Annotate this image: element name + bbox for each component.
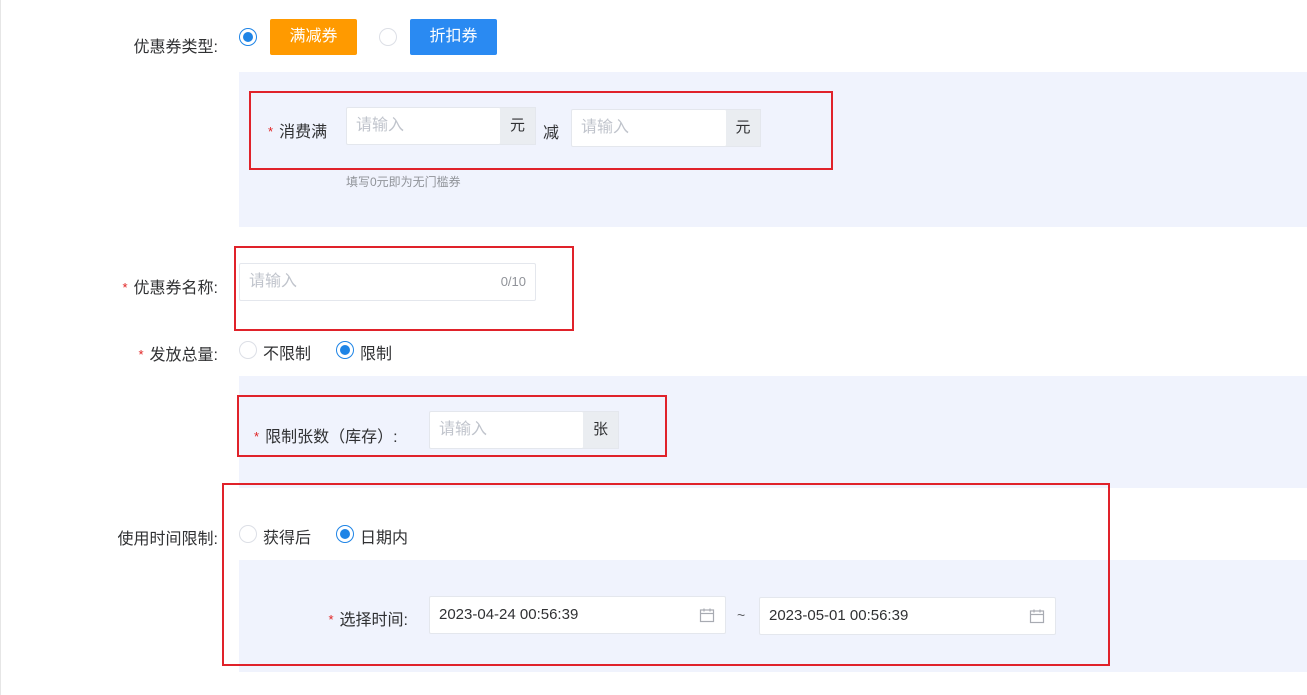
- left-border: [0, 0, 1, 695]
- ticket-edge-decoration: [494, 22, 500, 52]
- highlight-box-limit-count: [237, 395, 667, 457]
- highlight-box-threshold: [249, 91, 833, 170]
- ticket-edge-decoration: [354, 22, 360, 52]
- full-reduction-tag-label: 满减券: [289, 28, 338, 45]
- use-time-label: 使用时间限制:: [117, 531, 218, 548]
- coupon-type-label: 优惠券类型:: [133, 39, 218, 56]
- coupon-name-label: * 优惠券名称:: [100, 274, 218, 298]
- issue-total-label: * 发放总量:: [100, 341, 218, 365]
- discount-tag-label: 折扣券: [429, 28, 478, 45]
- coupon-type-radio-discount[interactable]: [379, 28, 397, 46]
- issue-total-unlimited-label[interactable]: 不限制: [263, 340, 311, 364]
- issue-total-label-text: 发放总量:: [149, 347, 218, 364]
- full-reduction-tag[interactable]: 满减券: [270, 19, 360, 55]
- coupon-type-radio-full-reduction[interactable]: [239, 28, 257, 46]
- highlight-box-coupon-name: [234, 246, 574, 331]
- highlight-box-use-time: [222, 483, 1110, 666]
- threshold-hint: 填写0元即为无门槛券: [346, 175, 461, 189]
- required-mark: *: [122, 280, 128, 295]
- discount-tag[interactable]: 折扣券: [410, 19, 500, 55]
- issue-total-radio-unlimited[interactable]: [239, 341, 257, 359]
- issue-total-radio-limited[interactable]: [336, 341, 354, 359]
- issue-total-limited-label[interactable]: 限制: [360, 340, 392, 364]
- coupon-name-label-text: 优惠券名称:: [133, 280, 218, 297]
- required-mark: *: [138, 347, 144, 362]
